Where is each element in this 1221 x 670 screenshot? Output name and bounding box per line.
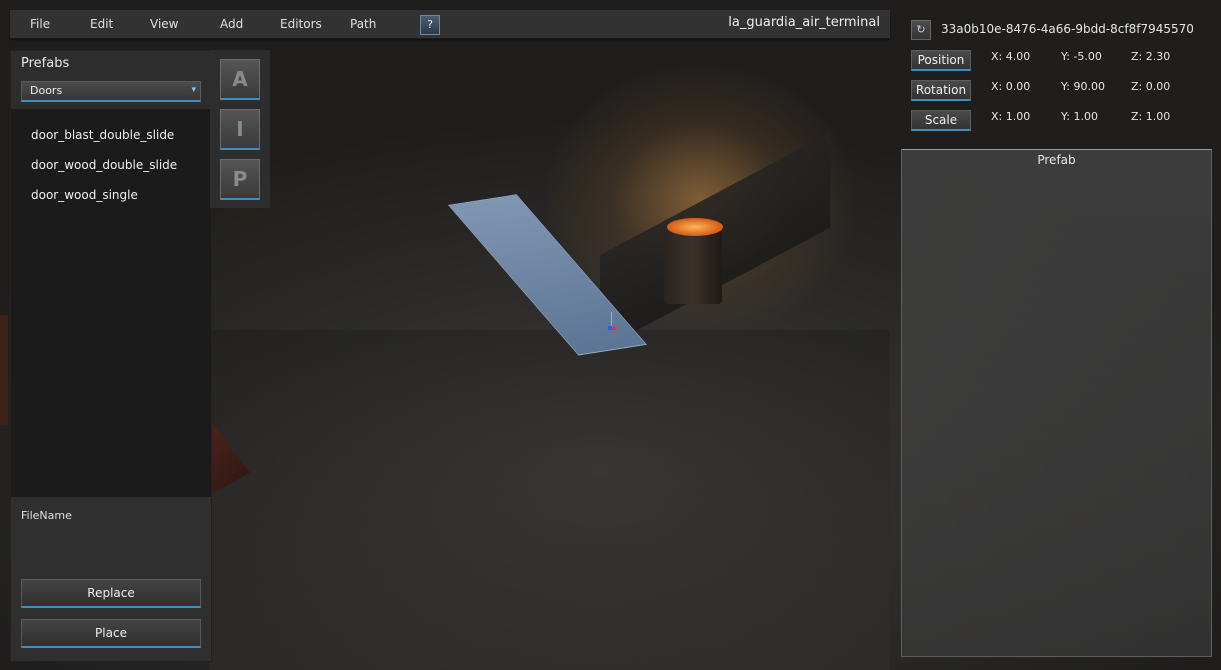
panel-title: Prefabs (21, 56, 70, 71)
filename-label: FileName (21, 509, 72, 522)
menu-path[interactable]: Path (350, 17, 376, 31)
scale-z[interactable]: Z: 1.00 (1131, 110, 1170, 123)
place-button[interactable]: Place (21, 619, 201, 648)
menu-add[interactable]: Add (220, 17, 243, 31)
scene-wall-edge (0, 315, 8, 425)
menu-edit[interactable]: Edit (90, 17, 113, 31)
list-item[interactable]: door_wood_double_slide (31, 158, 177, 172)
rotation-x[interactable]: X: 0.00 (991, 80, 1030, 93)
tool-i-button[interactable]: I (220, 109, 260, 150)
prefab-properties-section: Prefab (901, 149, 1212, 657)
rotation-z[interactable]: Z: 0.00 (1131, 80, 1170, 93)
prefab-section-title: Prefab (1037, 153, 1076, 167)
prefab-category-value: Doors (30, 84, 63, 97)
prefabs-panel: Prefabs Doors ▾ door_blast_double_slide … (10, 50, 212, 662)
prefab-list: door_blast_double_slide door_wood_double… (11, 109, 211, 497)
transform-gizmo-z-axis[interactable] (608, 326, 612, 330)
replace-button[interactable]: Replace (21, 579, 201, 608)
list-item[interactable]: door_wood_single (31, 188, 138, 202)
scale-button[interactable]: Scale (911, 110, 971, 131)
position-z[interactable]: Z: 2.30 (1131, 50, 1170, 63)
fire-barrel-flame (667, 218, 723, 236)
scale-y[interactable]: Y: 1.00 (1061, 110, 1098, 123)
list-item[interactable]: door_blast_double_slide (31, 128, 174, 142)
menu-bar: File Edit View Add Editors Path ? la_gua… (10, 10, 890, 39)
position-y[interactable]: Y: -5.00 (1061, 50, 1102, 63)
object-guid: 33a0b10e-8476-4a66-9bdd-8cf8f7945570 (941, 22, 1194, 36)
prefab-category-select[interactable]: Doors ▾ (21, 81, 201, 102)
tool-p-button[interactable]: P (220, 159, 260, 200)
position-button[interactable]: Position (911, 50, 971, 71)
chevron-down-icon: ▾ (191, 85, 196, 95)
help-button[interactable]: ? (420, 15, 440, 35)
scene-ground (210, 330, 890, 670)
scale-x[interactable]: X: 1.00 (991, 110, 1030, 123)
menu-editors[interactable]: Editors (280, 17, 322, 31)
scene-title: la_guardia_air_terminal (728, 15, 880, 30)
refresh-icon[interactable]: ↻ (911, 20, 931, 40)
tool-a-button[interactable]: A (220, 59, 260, 100)
rotation-button[interactable]: Rotation (911, 80, 971, 101)
menu-file[interactable]: File (30, 17, 50, 31)
tool-column: A I P (210, 50, 270, 208)
rotation-y[interactable]: Y: 90.00 (1061, 80, 1105, 93)
position-x[interactable]: X: 4.00 (991, 50, 1030, 63)
inspector-panel: ↻ 33a0b10e-8476-4a66-9bdd-8cf8f7945570 P… (901, 10, 1211, 150)
filename-area: FileName Replace Place (11, 497, 211, 661)
menu-view[interactable]: View (150, 17, 178, 31)
